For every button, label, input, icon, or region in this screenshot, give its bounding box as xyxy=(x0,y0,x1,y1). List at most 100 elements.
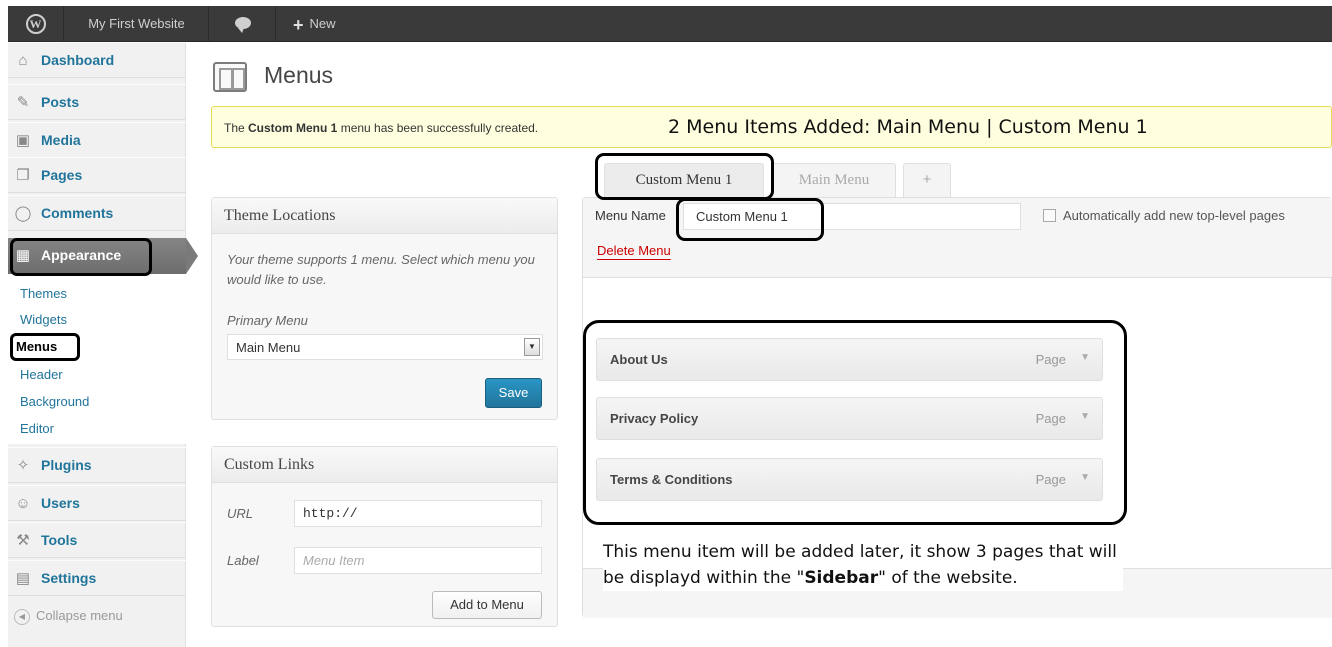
new-label: New xyxy=(309,16,336,31)
collapse-menu-button[interactable]: ◀ Collapse menu xyxy=(14,608,123,625)
appearance-icon: ▦ xyxy=(15,247,31,264)
current-menu-arrow xyxy=(186,238,198,274)
users-icon: ☺ xyxy=(15,495,31,512)
sidebar-item-dashboard[interactable]: ⌂ Dashboard xyxy=(8,42,186,78)
submenu-item-background[interactable]: Background xyxy=(20,394,89,409)
annotation-note-sidebar: This menu item will be added later, it s… xyxy=(603,539,1123,591)
submenu-item-header[interactable]: Header xyxy=(20,367,63,382)
menu-item-title: About Us xyxy=(610,352,668,367)
sidebar-item-label: Dashboard xyxy=(41,52,115,68)
url-input[interactable]: http:// xyxy=(294,500,542,527)
comment-bubble-icon xyxy=(234,17,251,34)
sidebar-item-plugins[interactable]: ✧ Plugins xyxy=(8,447,186,483)
auto-add-label: Automatically add new top-level pages xyxy=(1063,208,1285,223)
chevron-down-icon[interactable]: ▼ xyxy=(1080,472,1090,483)
note-bold-text: Sidebar xyxy=(804,568,879,588)
tools-icon: ⚒ xyxy=(16,532,30,549)
submenu-item-menus[interactable]: Menus xyxy=(16,339,57,354)
menu-item[interactable]: Terms & Conditions Page ▼ xyxy=(596,458,1103,501)
plug-icon: ✧ xyxy=(16,457,30,474)
sidebar-item-label: Tools xyxy=(41,532,78,548)
tab-custom-menu-1[interactable]: Custom Menu 1 xyxy=(604,163,764,199)
menu-item[interactable]: Privacy Policy Page ▼ xyxy=(596,397,1103,440)
box-title: Theme Locations xyxy=(224,207,336,224)
sidebar-item-settings[interactable]: ▤ Settings xyxy=(8,560,186,596)
note-text: " of the website. xyxy=(878,568,1018,588)
collapse-label: Collapse menu xyxy=(36,608,123,623)
submenu-item-editor[interactable]: Editor xyxy=(20,421,54,436)
sidebar-item-tools[interactable]: ⚒ Tools xyxy=(8,522,186,558)
save-button[interactable]: Save xyxy=(485,378,542,408)
screenshot-frame: W My First Website + New ⌂ Dashboard ✎ Po… xyxy=(0,0,1332,647)
admin-sidebar: ⌂ Dashboard ✎ Posts ▣ Media ❐ Pages ◯ Co… xyxy=(8,42,198,647)
menu-name-input[interactable]: Custom Menu 1 xyxy=(683,203,1021,230)
wordpress-menu[interactable]: W xyxy=(8,6,64,42)
site-name-link[interactable]: My First Website xyxy=(65,6,209,42)
chevron-down-icon[interactable]: ▼ xyxy=(1080,411,1090,422)
menu-item-type: Page xyxy=(1035,472,1066,487)
box-header[interactable]: Theme Locations xyxy=(212,198,557,234)
collapse-arrow-icon: ◀ xyxy=(14,608,30,625)
primary-menu-label: Primary Menu xyxy=(227,313,308,328)
chevron-down-icon[interactable]: ▼ xyxy=(1080,352,1090,363)
add-to-menu-button[interactable]: Add to Menu xyxy=(432,591,542,619)
sidebar-item-comments[interactable]: ◯ Comments xyxy=(8,195,186,231)
sidebar-item-label: Users xyxy=(41,495,80,511)
menu-item-type: Page xyxy=(1035,352,1066,367)
url-label: URL xyxy=(227,506,254,521)
sidebar-item-appearance[interactable]: ▦ Appearance xyxy=(8,238,186,274)
plus-icon: + xyxy=(293,14,304,35)
sidebar-item-pages[interactable]: ❐ Pages xyxy=(8,157,186,193)
custom-links-box: Custom Links URL http:// Label Menu Item… xyxy=(211,446,558,627)
page-title: Menus xyxy=(264,62,334,88)
theme-locations-box: Theme Locations Your theme supports 1 me… xyxy=(211,197,558,420)
sidebar-item-label: Plugins xyxy=(41,457,92,473)
sidebar-item-label: Appearance xyxy=(41,247,122,263)
sidebar-item-users[interactable]: ☺ Users xyxy=(8,485,186,521)
pages-icon: ❐ xyxy=(16,167,30,184)
box-title: Custom Links xyxy=(224,456,315,473)
wordpress-logo-icon: W xyxy=(25,13,46,34)
sidebar-item-label: Posts xyxy=(41,94,80,110)
annotation-note: 2 Menu Items Added: Main Menu | Custom M… xyxy=(668,116,1148,138)
sidebar-item-label: Pages xyxy=(41,167,83,183)
new-content-link[interactable]: + New xyxy=(277,6,349,42)
menus-page-icon xyxy=(213,62,247,92)
label-label: Label xyxy=(227,553,259,568)
submenu-item-widgets[interactable]: Widgets xyxy=(20,312,67,327)
menu-item[interactable]: About Us Page ▼ xyxy=(596,338,1103,381)
menu-item-title: Privacy Policy xyxy=(610,411,699,426)
sidebar-item-label: Comments xyxy=(41,205,114,221)
menu-item-type: Page xyxy=(1035,411,1066,426)
menu-editor-panel: Menu Name Custom Menu 1 Automatically ad… xyxy=(582,197,1332,618)
tab-main-menu[interactable]: Main Menu xyxy=(772,163,896,197)
admin-bar: W My First Website + New xyxy=(8,6,1332,42)
home-icon: ⌂ xyxy=(18,52,28,69)
sidebar-item-media[interactable]: ▣ Media xyxy=(8,122,186,158)
theme-description: Your theme supports 1 menu. Select which… xyxy=(227,252,535,287)
sidebar-item-posts[interactable]: ✎ Posts xyxy=(8,84,186,120)
notice-message: The Custom Menu 1 menu has been successf… xyxy=(224,121,538,135)
comment-icon: ◯ xyxy=(14,205,32,222)
notice-menu-name: Custom Menu 1 xyxy=(248,121,338,135)
box-header[interactable]: Custom Links xyxy=(212,447,557,483)
notice-suffix: menu has been successfully created. xyxy=(337,121,539,135)
delete-menu-link[interactable]: Delete Menu xyxy=(597,243,671,258)
tab-add-menu[interactable]: + xyxy=(903,163,951,197)
link-label-input[interactable]: Menu Item xyxy=(294,547,542,574)
submenu-item-themes[interactable]: Themes xyxy=(20,286,67,301)
primary-menu-select[interactable]: Main Menu ▼ xyxy=(227,334,543,360)
menu-header-bar: Menu Name Custom Menu 1 Automatically ad… xyxy=(583,198,1332,278)
menu-item-title: Terms & Conditions xyxy=(610,472,733,487)
camera-icon: ▣ xyxy=(15,132,31,149)
pin-icon: ✎ xyxy=(16,94,30,111)
auto-add-checkbox[interactable] xyxy=(1043,209,1056,222)
menu-name-label: Menu Name xyxy=(595,208,666,223)
notice-prefix: The xyxy=(224,121,249,135)
chevron-down-icon: ▼ xyxy=(524,338,540,356)
appearance-submenu: Themes Widgets Menus Header Background E… xyxy=(8,274,186,444)
success-notice: The Custom Menu 1 menu has been successf… xyxy=(211,106,1332,148)
comments-link[interactable] xyxy=(210,6,276,42)
primary-menu-value: Main Menu xyxy=(236,340,301,355)
settings-icon: ▤ xyxy=(15,570,31,587)
